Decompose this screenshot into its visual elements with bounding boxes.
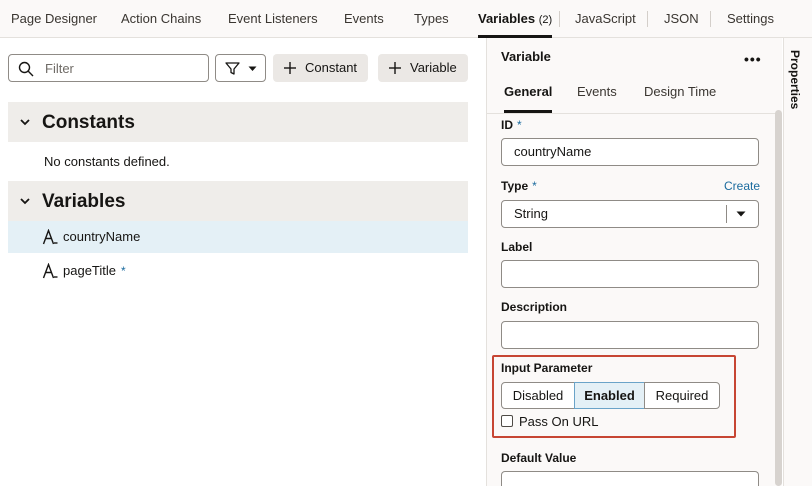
variable-name-text: pageTitle xyxy=(63,263,116,278)
variable-row-countryname[interactable]: countryName xyxy=(8,221,468,253)
label-label: Label xyxy=(501,240,533,254)
subtab-divider xyxy=(487,113,777,114)
type-select-value: String xyxy=(514,206,548,221)
constants-title: Constants xyxy=(42,112,135,133)
tab-event-listeners[interactable]: Event Listeners xyxy=(228,0,318,38)
tab-divider xyxy=(647,11,648,27)
properties-side-tab[interactable]: Properties xyxy=(783,38,812,486)
default-value-label: Default Value xyxy=(501,451,577,465)
variables-title: Variables xyxy=(42,191,126,212)
tab-divider xyxy=(559,11,560,27)
plus-icon xyxy=(284,62,296,74)
tab-types[interactable]: Types xyxy=(414,0,449,38)
tab-variables[interactable]: Variables (2) xyxy=(478,0,553,38)
filter-input[interactable] xyxy=(45,59,203,77)
more-icon[interactable]: ••• xyxy=(744,51,762,67)
required-marker: * xyxy=(517,118,522,132)
label-field[interactable] xyxy=(501,260,759,288)
type-select[interactable]: String xyxy=(501,200,759,228)
required-marker: * xyxy=(532,179,537,193)
tab-settings[interactable]: Settings xyxy=(727,0,774,38)
required-marker: * xyxy=(121,264,126,278)
variable-name: countryName xyxy=(63,229,141,244)
add-constant-button[interactable]: Constant xyxy=(273,54,368,82)
search-icon xyxy=(18,61,34,77)
filter-options-button[interactable] xyxy=(215,54,266,82)
chevron-down-icon xyxy=(248,66,257,71)
plus-icon xyxy=(389,62,401,74)
input-parameter-enabled-button[interactable]: Enabled xyxy=(574,382,645,409)
editor-tab-bar: Page Designer Action Chains Event Listen… xyxy=(0,0,812,38)
add-constant-label: Constant xyxy=(305,60,358,75)
tab-javascript[interactable]: JavaScript xyxy=(575,0,636,38)
tab-json[interactable]: JSON xyxy=(664,0,699,38)
tab-events[interactable]: Events xyxy=(344,0,384,38)
filter-field[interactable] xyxy=(8,54,209,82)
pass-on-url-label: Pass On URL xyxy=(519,414,599,429)
string-type-icon xyxy=(42,229,58,245)
pass-on-url-checkbox[interactable] xyxy=(501,415,513,427)
variables-panel: Constant Variable Constants No constants… xyxy=(0,38,486,486)
type-label: Type * xyxy=(501,179,537,193)
funnel-icon xyxy=(225,62,240,75)
description-field[interactable] xyxy=(501,321,759,349)
input-parameter-required-button[interactable]: Required xyxy=(644,382,720,409)
create-type-link[interactable]: Create xyxy=(724,179,760,193)
chevron-down-icon xyxy=(736,211,746,217)
tab-action-chains[interactable]: Action Chains xyxy=(121,0,201,38)
properties-side-label: Properties xyxy=(788,50,802,110)
tab-page-designer[interactable]: Page Designer xyxy=(11,0,97,38)
input-parameter-label: Input Parameter xyxy=(501,361,593,375)
chevron-down-icon xyxy=(20,198,30,205)
variables-section-header[interactable]: Variables xyxy=(8,181,468,221)
type-label-text: Type xyxy=(501,179,529,193)
property-inspector: Variable ••• General Events Design Time … xyxy=(486,38,782,486)
variable-row-pagetitle[interactable]: pageTitle * xyxy=(8,255,468,287)
variable-name: pageTitle * xyxy=(63,263,126,278)
string-type-icon xyxy=(42,263,58,279)
select-divider xyxy=(726,205,727,223)
tab-design-time[interactable]: Design Time xyxy=(644,84,716,99)
property-panel-scrollbar[interactable] xyxy=(775,110,782,486)
chevron-down-icon xyxy=(20,119,30,126)
input-parameter-disabled-button[interactable]: Disabled xyxy=(501,382,575,409)
tab-divider xyxy=(710,11,711,27)
tab-variables-label: Variables xyxy=(478,11,536,26)
tab-events[interactable]: Events xyxy=(577,84,617,99)
id-field[interactable]: countryName xyxy=(501,138,759,166)
id-label-text: ID xyxy=(501,118,513,132)
add-variable-button[interactable]: Variable xyxy=(378,54,468,82)
id-label: ID * xyxy=(501,118,522,132)
constants-section-header[interactable]: Constants xyxy=(8,102,468,142)
property-panel-title: Variable xyxy=(501,49,551,64)
tab-general[interactable]: General xyxy=(504,84,553,113)
add-variable-label: Variable xyxy=(410,60,457,75)
description-label: Description xyxy=(501,300,568,314)
tab-variables-count: (2) xyxy=(538,14,553,26)
constants-empty-text: No constants defined. xyxy=(44,154,170,169)
default-value-field[interactable] xyxy=(501,471,759,486)
